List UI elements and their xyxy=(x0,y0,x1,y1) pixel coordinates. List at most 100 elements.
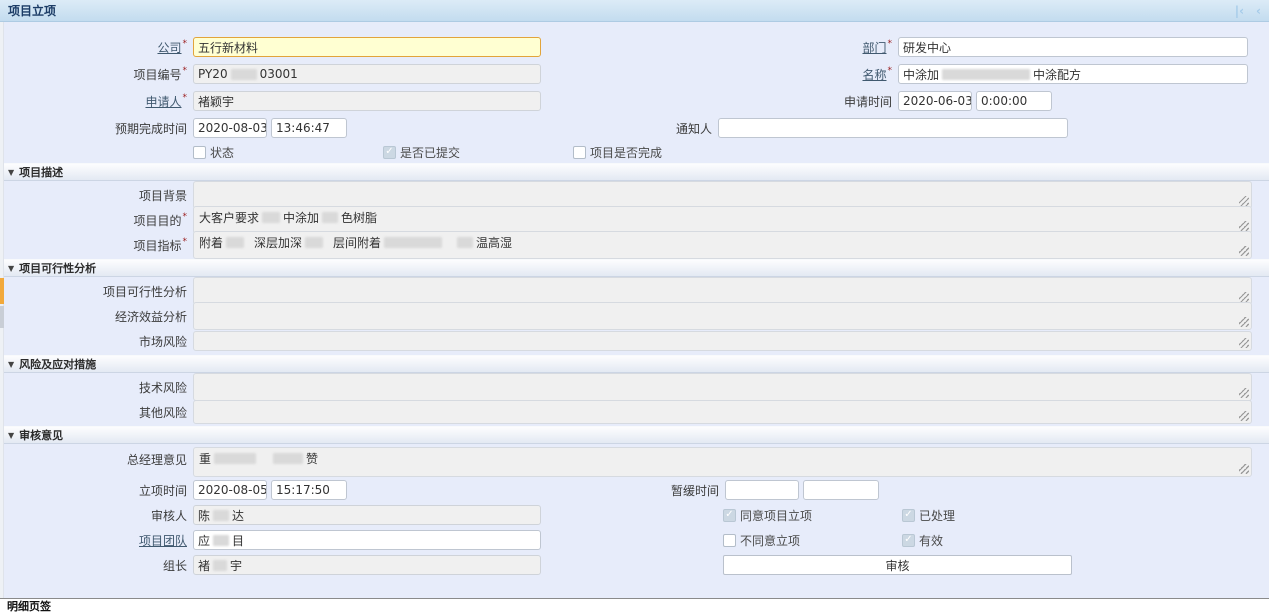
feasibility-textarea xyxy=(193,277,1252,305)
name-label-link[interactable]: 名称 xyxy=(862,68,886,82)
team-label: 项目团队 xyxy=(0,532,193,549)
section-feasibility[interactable]: ▼ 项目可行性分析 xyxy=(0,259,1269,277)
expected-time-input[interactable]: 13:46:47 xyxy=(271,118,347,138)
prev-record-icon[interactable]: ‹ xyxy=(1256,4,1261,18)
section-risk[interactable]: ▼ 风险及应对措施 xyxy=(0,355,1269,373)
reviewer-label: 审核人 xyxy=(0,507,193,524)
background-textarea xyxy=(193,181,1252,209)
resize-handle[interactable] xyxy=(1239,317,1249,327)
completed-checkbox-label: 项目是否完成 xyxy=(590,144,662,161)
leader-seg: 褚 xyxy=(198,557,210,574)
indicators-textarea: 附着深层加深层间附着温高湿 xyxy=(193,231,1252,259)
pause-date-input[interactable] xyxy=(725,480,799,500)
expected-time-value: 13:46:47 xyxy=(276,121,330,135)
checkbox-valid: ✓ 有效 xyxy=(902,532,1092,549)
submitted-checkbox-label: 是否已提交 xyxy=(400,144,460,161)
form-area: 公司* 五行新材料 部门* 研发中心 项目编号* PY2003001 名称* 中… xyxy=(0,22,1269,598)
applicant-input: 褚颖宇 xyxy=(193,91,541,111)
project-no-input: PY2003001 xyxy=(193,64,541,84)
status-checkbox-label: 状态 xyxy=(210,144,234,161)
detail-tabs-label: 明细页签 xyxy=(7,598,51,612)
valid-checkbox-label: 有效 xyxy=(919,532,943,549)
apply-time-value: 0:00:00 xyxy=(981,94,1027,108)
approval-date-input[interactable]: 2020-08-05 xyxy=(193,480,267,500)
redacted-text xyxy=(322,212,338,223)
resize-handle[interactable] xyxy=(1239,388,1249,398)
gm-opinion-textarea: 重赞 xyxy=(193,447,1252,477)
apply-date-value: 2020-06-03 xyxy=(903,94,972,108)
project-no-label: 项目编号* xyxy=(0,66,193,83)
economic-label: 经济效益分析 xyxy=(0,308,193,325)
first-record-icon[interactable]: |‹ xyxy=(1235,4,1244,18)
resize-handle[interactable] xyxy=(1239,464,1249,474)
purpose-seg: 中涂加 xyxy=(283,211,319,225)
collapse-triangle-icon: ▼ xyxy=(8,360,14,369)
section-review[interactable]: ▼ 审核意见 xyxy=(0,426,1269,444)
company-label-link[interactable]: 公司 xyxy=(157,41,181,55)
checkbox-completed[interactable]: ✓ 项目是否完成 xyxy=(573,144,763,161)
project-initiation-window: 项目立项 |‹ ‹ 公司* 五行新材料 部门* 研发中心 项目编号* PY200… xyxy=(0,0,1269,612)
checkbox-agree: ✓ 同意项目立项 xyxy=(723,507,902,524)
check-icon: ✓ xyxy=(725,510,733,520)
purpose-textarea: 大客户要求中涂加色树脂 xyxy=(193,206,1252,234)
approval-time-value: 15:17:50 xyxy=(276,483,330,497)
section-description[interactable]: ▼ 项目描述 xyxy=(0,163,1269,181)
approval-time-input[interactable]: 15:17:50 xyxy=(271,480,347,500)
resize-handle[interactable] xyxy=(1239,411,1249,421)
expected-date-input[interactable]: 2020-08-03 xyxy=(193,118,267,138)
applicant-label-link[interactable]: 申请人 xyxy=(145,95,181,109)
name-input[interactable]: 中涂加中涂配方 xyxy=(898,64,1248,84)
redacted-text xyxy=(273,453,303,464)
redacted-text xyxy=(457,237,473,248)
company-input[interactable]: 五行新材料 xyxy=(193,37,541,57)
indicators-label: 项目指标* xyxy=(0,237,193,254)
resize-handle[interactable] xyxy=(1239,221,1249,231)
applicant-value: 褚颖宇 xyxy=(198,93,234,110)
department-input[interactable]: 研发中心 xyxy=(898,37,1248,57)
other-risk-label: 其他风险 xyxy=(0,404,193,421)
disagree-checkbox-box[interactable]: ✓ xyxy=(723,534,736,547)
approval-time-label: 立项时间 xyxy=(0,482,193,499)
purpose-label: 项目目的* xyxy=(0,212,193,229)
checkbox-disagree[interactable]: ✓ 不同意立项 xyxy=(723,532,902,549)
redacted-text xyxy=(226,237,244,248)
review-button[interactable]: 审核 xyxy=(723,555,1072,575)
team-label-link[interactable]: 项目团队 xyxy=(139,534,187,548)
notifier-input[interactable] xyxy=(718,118,1068,138)
splitter-thumb-orange[interactable] xyxy=(0,278,4,304)
name-suffix: 中涂配方 xyxy=(1033,66,1081,83)
applicant-label: 申请人* xyxy=(0,93,193,110)
leader-label: 组长 xyxy=(0,557,193,574)
detail-tabs-bar: 明细页签 xyxy=(0,598,1269,612)
department-label-link[interactable]: 部门 xyxy=(862,41,886,55)
resize-handle[interactable] xyxy=(1239,196,1249,206)
apply-date-input[interactable]: 2020-06-03 xyxy=(898,91,972,111)
submitted-checkbox-box: ✓ xyxy=(383,146,396,159)
titlebar-nav: |‹ ‹ xyxy=(1235,0,1261,22)
processed-checkbox-label: 已处理 xyxy=(919,507,955,524)
pause-time-input[interactable] xyxy=(803,480,879,500)
team-input[interactable]: 应目 xyxy=(193,530,541,550)
left-splitter[interactable] xyxy=(0,22,4,598)
completed-checkbox-box[interactable]: ✓ xyxy=(573,146,586,159)
tech-risk-textarea xyxy=(193,373,1252,401)
indicators-seg: 温高湿 xyxy=(476,236,512,250)
checkbox-status[interactable]: ✓ 状态 xyxy=(193,144,383,161)
redacted-text xyxy=(214,453,256,464)
checkbox-processed: ✓ 已处理 xyxy=(902,507,1092,524)
resize-handle[interactable] xyxy=(1239,246,1249,256)
resize-handle[interactable] xyxy=(1239,338,1249,348)
redacted-text xyxy=(384,237,442,248)
collapse-triangle-icon: ▼ xyxy=(8,168,14,177)
notifier-label: 通知人 xyxy=(347,120,718,137)
collapse-triangle-icon: ▼ xyxy=(8,431,14,440)
splitter-thumb-gray[interactable] xyxy=(0,306,4,328)
apply-time-input[interactable]: 0:00:00 xyxy=(976,91,1052,111)
leader-seg: 宇 xyxy=(230,557,242,574)
checkbox-submitted: ✓ 是否已提交 xyxy=(383,144,573,161)
gm-opinion-seg: 赞 xyxy=(306,452,318,466)
expected-time-label: 预期完成时间 xyxy=(0,120,193,137)
page-title: 项目立项 xyxy=(8,2,56,19)
status-checkbox-box[interactable]: ✓ xyxy=(193,146,206,159)
resize-handle[interactable] xyxy=(1239,292,1249,302)
